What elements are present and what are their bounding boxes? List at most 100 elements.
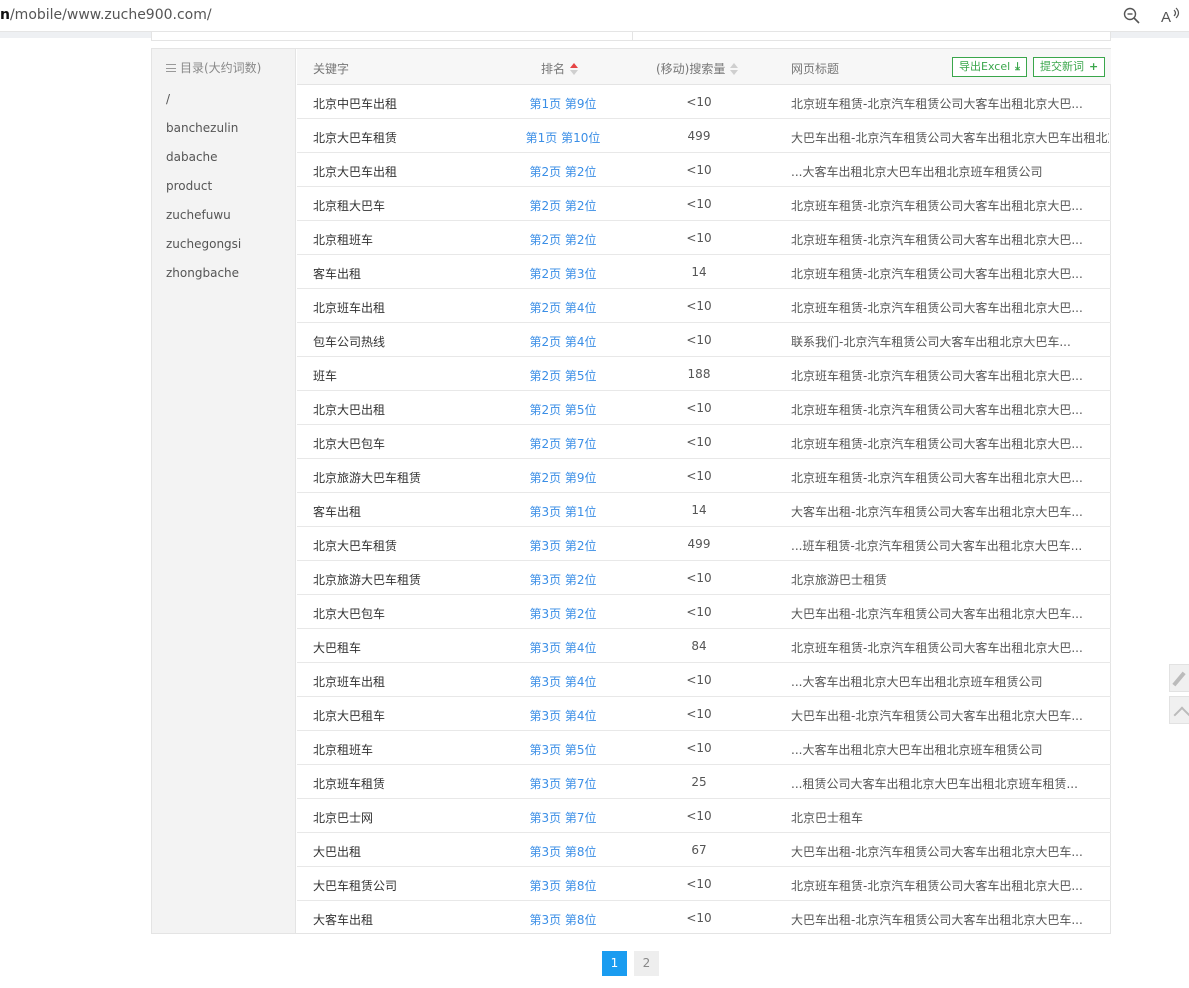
directory-item[interactable]: product xyxy=(166,179,241,208)
rank-link[interactable]: 第3页 第7位 xyxy=(497,775,629,792)
search-volume-cell: 25 xyxy=(691,775,707,789)
table-row: 包车公司热线 第2页 第4位 <10 联系我们-北京汽车租赁公司大客车出租北京大巴车.… xyxy=(297,323,1111,357)
rank-link[interactable]: 第3页 第2位 xyxy=(497,537,629,554)
keyword-cell: 大客车出租 xyxy=(313,913,374,927)
rank-link[interactable]: 第2页 第5位 xyxy=(497,367,629,384)
page-title-cell: 北京旅游巴士租赁 xyxy=(791,573,888,587)
keyword-cell: 北京大巴车租赁 xyxy=(313,131,398,145)
rank-link[interactable]: 第2页 第3位 xyxy=(497,265,629,282)
rank-link[interactable]: 第3页 第2位 xyxy=(497,571,629,588)
url-field[interactable]: n/mobile/www.zuche900.com/ xyxy=(0,7,212,23)
directory-item[interactable]: zhongbache xyxy=(166,266,241,295)
table-row: 北京旅游大巴车租赁 第2页 第9位 <10 北京班车租赁-北京汽车租赁公司大客车出租北… xyxy=(297,459,1111,493)
url-host: n xyxy=(0,7,10,23)
rank-link[interactable]: 第3页 第4位 xyxy=(497,673,629,690)
keyword-ranking-panel: 目录(大约词数) / banchezulin dabache product z… xyxy=(151,48,1111,934)
table-row: 北京中巴车出租 第1页 第9位 <10 北京班车租赁-北京汽车租赁公司大客车出租北京大… xyxy=(297,85,1111,119)
directory-item[interactable]: zuchefuwu xyxy=(166,208,241,237)
keyword-cell: 北京班车租赁 xyxy=(313,777,386,791)
rank-link[interactable]: 第3页 第8位 xyxy=(497,843,629,860)
keyword-cell: 北京大巴车出租 xyxy=(313,165,398,179)
export-excel-label: 导出Excel xyxy=(959,60,1011,73)
keyword-cell: 北京巴士网 xyxy=(313,811,374,825)
page-title-cell: ...大客车出租北京大巴车出租北京班车租赁公司 xyxy=(791,675,1043,689)
directory-title: 目录(大约词数) xyxy=(166,59,261,76)
directory-item[interactable]: dabache xyxy=(166,150,241,179)
rank-link[interactable]: 第2页 第7位 xyxy=(497,435,629,452)
header-rank[interactable]: 排名 xyxy=(541,60,579,77)
rank-link[interactable]: 第3页 第4位 xyxy=(497,639,629,656)
table-row: 北京班车出租 第2页 第4位 <10 北京班车租赁-北京汽车租赁公司大客车出租北京大巴… xyxy=(297,289,1111,323)
table-row: 北京大巴租车 第3页 第4位 <10 大巴车出租-北京汽车租赁公司大客车出租北京大巴车… xyxy=(297,697,1111,731)
search-volume-cell: <10 xyxy=(686,673,712,687)
keyword-cell: 大巴车租赁公司 xyxy=(313,879,398,893)
directory-item[interactable]: zuchegongsi xyxy=(166,237,241,266)
search-volume-cell: 499 xyxy=(687,537,711,551)
keyword-cell: 北京中巴车出租 xyxy=(313,97,398,111)
rank-link[interactable]: 第1页 第10位 xyxy=(497,129,629,146)
table-row: 大客车出租 第3页 第8位 <10 大巴车出租-北京汽车租赁公司大客车出租北京大巴车.… xyxy=(297,901,1111,935)
page-button[interactable]: 2 xyxy=(634,951,659,976)
search-volume-cell: <10 xyxy=(686,299,712,313)
rank-link[interactable]: 第2页 第5位 xyxy=(497,401,629,418)
page-button-current[interactable]: 1 xyxy=(602,951,627,976)
search-volume-cell: <10 xyxy=(686,401,712,415)
submit-new-word-button[interactable]: 提交新词 + xyxy=(1033,57,1106,77)
search-volume-cell: <10 xyxy=(686,231,712,245)
keyword-cell: 客车出租 xyxy=(313,505,362,519)
table-row: 北京租大巴车 第2页 第2位 <10 北京班车租赁-北京汽车租赁公司大客车出租北京大巴… xyxy=(297,187,1111,221)
edit-button[interactable] xyxy=(1169,664,1189,692)
page-title-cell: 北京班车租赁-北京汽车租赁公司大客车出租北京大巴... xyxy=(791,97,1083,111)
rank-link[interactable]: 第2页 第4位 xyxy=(497,299,629,316)
page-title-cell: 大巴车出租-北京汽车租赁公司大客车出租北京大巴车... xyxy=(791,709,1083,723)
browser-address-bar: n/mobile/www.zuche900.com/ A xyxy=(0,0,1189,32)
export-excel-button[interactable]: 导出Excel ⤓ xyxy=(952,57,1028,77)
table-row: 大巴租车 第3页 第4位 84 北京班车租赁-北京汽车租赁公司大客车出租北京大巴... xyxy=(297,629,1111,663)
rank-link[interactable]: 第3页 第4位 xyxy=(497,707,629,724)
pencil-icon xyxy=(1172,671,1186,687)
sort-arrows-icon[interactable] xyxy=(570,63,579,75)
rank-link[interactable]: 第3页 第5位 xyxy=(497,741,629,758)
search-volume-cell: <10 xyxy=(686,571,712,585)
zoom-out-icon[interactable] xyxy=(1122,6,1142,26)
read-aloud-icon[interactable]: A xyxy=(1160,6,1180,26)
url-path: /mobile/www.zuche900.com/ xyxy=(9,7,212,23)
table-row: 北京巴士网 第3页 第7位 <10 北京巴士租车 xyxy=(297,799,1111,833)
rank-link[interactable]: 第3页 第8位 xyxy=(497,877,629,894)
table-row: 北京大巴车租赁 第1页 第10位 499 大巴车出租-北京汽车租赁公司大客车出租北京大… xyxy=(297,119,1111,153)
table-body: 北京中巴车出租 第1页 第9位 <10 北京班车租赁-北京汽车租赁公司大客车出租北京大… xyxy=(297,85,1111,935)
rank-link[interactable]: 第1页 第9位 xyxy=(497,95,629,112)
rank-link[interactable]: 第3页 第8位 xyxy=(497,911,629,928)
search-volume-cell: <10 xyxy=(686,707,712,721)
directory-list: / banchezulin dabache product zuchefuwu … xyxy=(166,92,241,295)
rank-link[interactable]: 第2页 第2位 xyxy=(497,231,629,248)
plus-icon: + xyxy=(1089,60,1099,73)
table-row: 北京大巴车租赁 第3页 第2位 499 ...班车租赁-北京汽车租赁公司大客车出租北京… xyxy=(297,527,1111,561)
table-row: 北京班车租赁 第3页 第7位 25 ...租赁公司大客车出租北京大巴车出租北京班车租赁… xyxy=(297,765,1111,799)
directory-item[interactable]: banchezulin xyxy=(166,121,241,150)
table-row: 北京租班车 第2页 第2位 <10 北京班车租赁-北京汽车租赁公司大客车出租北京大巴.… xyxy=(297,221,1111,255)
chevron-up-icon xyxy=(1173,706,1189,724)
rank-link[interactable]: 第3页 第1位 xyxy=(497,503,629,520)
rank-link[interactable]: 第3页 第2位 xyxy=(497,605,629,622)
header-volume[interactable]: (移动)搜索量 xyxy=(656,60,739,77)
page-title-cell: 大巴车出租-北京汽车租赁公司大客车出租北京大巴车出租北京... xyxy=(791,131,1109,145)
page-title-cell: 大巴车出租-北京汽车租赁公司大客车出租北京大巴车... xyxy=(791,845,1083,859)
search-volume-cell: <10 xyxy=(686,741,712,755)
keyword-cell: 北京大巴车租赁 xyxy=(313,539,398,553)
back-to-top-button[interactable] xyxy=(1169,696,1189,724)
search-volume-cell: <10 xyxy=(686,877,712,891)
rank-link[interactable]: 第2页 第2位 xyxy=(497,163,629,180)
sort-arrows-icon[interactable] xyxy=(730,63,739,75)
directory-sidebar: 目录(大约词数) / banchezulin dabache product z… xyxy=(152,49,296,933)
table-row: 大巴车租赁公司 第3页 第8位 <10 北京班车租赁-北京汽车租赁公司大客车出租北京大… xyxy=(297,867,1111,901)
directory-item[interactable]: / xyxy=(166,92,241,121)
rank-link[interactable]: 第3页 第7位 xyxy=(497,809,629,826)
table-row: 班车 第2页 第5位 188 北京班车租赁-北京汽车租赁公司大客车出租北京大巴... xyxy=(297,357,1111,391)
rank-link[interactable]: 第2页 第2位 xyxy=(497,197,629,214)
header-keyword: 关键字 xyxy=(313,62,350,76)
rank-link[interactable]: 第2页 第9位 xyxy=(497,469,629,486)
header-rank-label: 排名 xyxy=(541,62,566,76)
rank-link[interactable]: 第2页 第4位 xyxy=(497,333,629,350)
keyword-cell: 北京大巴包车 xyxy=(313,437,386,451)
